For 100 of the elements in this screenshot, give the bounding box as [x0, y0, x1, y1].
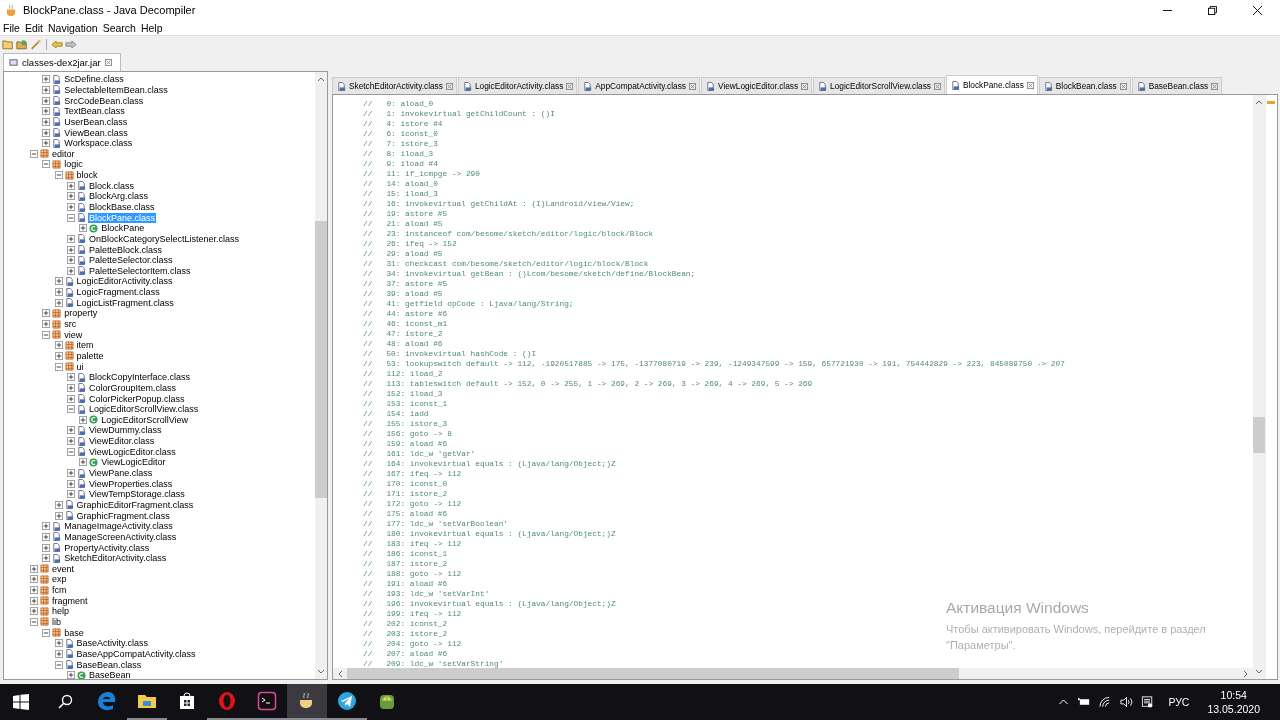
expander-icon[interactable] — [42, 628, 51, 637]
expander-icon[interactable] — [66, 245, 75, 254]
expander-icon[interactable] — [30, 564, 38, 573]
expander-icon[interactable] — [66, 437, 75, 446]
expander-icon[interactable] — [79, 458, 88, 467]
expander-icon[interactable] — [30, 607, 38, 616]
editor-tab[interactable]: BlockBean.class — [1038, 77, 1131, 94]
expander-icon[interactable] — [30, 575, 38, 584]
scroll-up-icon[interactable] — [317, 76, 325, 82]
tree-item[interactable]: exp — [51, 574, 68, 585]
folder-icon[interactable] — [16, 38, 28, 50]
expander-icon[interactable] — [42, 554, 51, 563]
expander-icon[interactable] — [54, 639, 63, 648]
tree-item[interactable]: property — [63, 308, 99, 319]
tree-item[interactable]: ScDefine.class — [63, 74, 125, 85]
editor-tab[interactable]: SketchEditorActivity.class — [332, 77, 457, 94]
menu-item[interactable]: Help — [140, 21, 163, 34]
file-tab[interactable]: classes-dex2jar.jar — [3, 53, 121, 71]
wand-icon[interactable] — [30, 38, 42, 50]
open-folder-icon[interactable] — [2, 38, 14, 50]
expander-icon[interactable] — [42, 522, 51, 531]
tree-item[interactable]: ViewPane.class — [87, 468, 154, 478]
expander-icon[interactable] — [66, 213, 75, 222]
expander-icon[interactable] — [66, 256, 75, 265]
tree-item[interactable]: PaletteSelector.class — [87, 255, 174, 266]
tree-item[interactable]: lib — [51, 617, 62, 627]
tree-item[interactable]: ViewEditor.class — [87, 436, 156, 447]
overview-marker[interactable] — [1267, 101, 1275, 104]
back-arrow-icon[interactable] — [51, 38, 63, 50]
expander-icon[interactable] — [54, 500, 63, 509]
expander-icon[interactable] — [54, 341, 63, 350]
expander-icon[interactable] — [30, 596, 38, 605]
tree-item[interactable]: BlockCopyInterface.class — [87, 372, 191, 383]
scroll-thumb[interactable] — [1253, 417, 1265, 453]
tree-item[interactable]: PropertyActivity.class — [63, 542, 151, 553]
tree-item[interactable]: ColorGroupItem.class — [87, 382, 177, 393]
expander-icon[interactable] — [66, 447, 75, 456]
tree-item[interactable]: BaseBean — [87, 670, 132, 679]
tree-item[interactable]: ViewBean.class — [63, 127, 129, 138]
tree-item[interactable]: ui — [75, 361, 85, 372]
tree-item[interactable]: PaletteBlock.class — [87, 244, 163, 255]
expander-icon[interactable] — [42, 117, 51, 126]
expander-icon[interactable] — [79, 415, 88, 424]
expander-icon[interactable] — [66, 426, 75, 435]
expander-icon[interactable] — [66, 181, 75, 190]
tree-item[interactable]: LogicEditorActivity.class — [75, 276, 174, 287]
expander-icon[interactable] — [66, 383, 75, 392]
tree-item[interactable]: event — [51, 563, 76, 574]
expander-icon[interactable] — [54, 660, 63, 669]
scroll-thumb[interactable] — [315, 221, 327, 498]
expander-icon[interactable] — [66, 203, 75, 211]
clock[interactable]: 10:54 13.05.2020 — [1207, 689, 1260, 715]
expander-icon[interactable] — [54, 362, 63, 371]
expander-icon[interactable] — [42, 160, 51, 169]
tree-item[interactable]: editor — [51, 148, 76, 159]
scroll-up-icon[interactable] — [1255, 99, 1263, 105]
menu-item[interactable]: Edit — [24, 21, 43, 34]
expander-icon[interactable] — [42, 543, 51, 552]
tree-item[interactable]: BaseAppCompatActivity.class — [75, 648, 197, 659]
expander-icon[interactable] — [42, 330, 51, 339]
speaker-icon[interactable] — [1120, 696, 1134, 708]
expander-icon[interactable] — [30, 586, 38, 595]
tree-item[interactable]: ColorPickerPopup.class — [87, 393, 186, 404]
tree-item[interactable]: LogicListFragment.class — [75, 297, 175, 308]
expander-icon[interactable] — [66, 192, 75, 201]
tree-item[interactable]: item — [75, 340, 95, 351]
tree-item[interactable]: SrcCodeBean.class — [63, 95, 145, 106]
tree-item[interactable]: LogicEditorScrollView.class — [87, 404, 200, 415]
expander-icon[interactable] — [79, 224, 88, 233]
taskbar-app[interactable] — [287, 684, 327, 720]
tree-item[interactable]: GraphicFragment.class — [75, 510, 171, 521]
tree-item[interactable]: ViewTempStorage.class — [87, 489, 186, 500]
tree-item[interactable]: src — [63, 319, 78, 330]
expander-icon[interactable] — [54, 649, 63, 658]
tree-item[interactable]: BaseBean.class — [75, 659, 143, 670]
tree-item[interactable]: SketchEditorActivity.class — [63, 553, 168, 564]
tree-item[interactable]: TextBean.class — [63, 106, 126, 117]
tree-item[interactable]: view — [63, 329, 84, 340]
tree-item[interactable]: fragment — [51, 595, 89, 606]
editor-tab[interactable]: BaseBean.class — [1131, 77, 1223, 94]
editor-tab[interactable]: BlockPane.class — [945, 75, 1038, 94]
expander-icon[interactable] — [66, 490, 75, 499]
notification-icon[interactable] — [1141, 696, 1155, 708]
expander-icon[interactable] — [42, 85, 51, 94]
expander-icon[interactable] — [66, 405, 75, 414]
battery-icon[interactable] — [1078, 696, 1092, 708]
tree-item[interactable]: PaletteSelectorItem.class — [87, 265, 192, 276]
scroll-thumb[interactable] — [347, 668, 959, 679]
forward-arrow-icon[interactable] — [65, 38, 77, 50]
expander-icon[interactable] — [66, 266, 75, 275]
expander-icon[interactable] — [30, 149, 38, 158]
menu-item[interactable]: Navigation — [48, 21, 98, 34]
expander-icon[interactable] — [42, 309, 51, 318]
expander-icon[interactable] — [42, 139, 51, 148]
tree-item[interactable]: ViewLogicEditor.class — [87, 446, 177, 457]
expander-icon[interactable] — [42, 128, 51, 137]
expander-icon[interactable] — [66, 469, 75, 477]
scroll-left-icon[interactable] — [337, 669, 343, 678]
tree-item[interactable]: SelectableItemBean.class — [63, 84, 169, 95]
tree-item[interactable]: Workspace.class — [63, 138, 134, 149]
